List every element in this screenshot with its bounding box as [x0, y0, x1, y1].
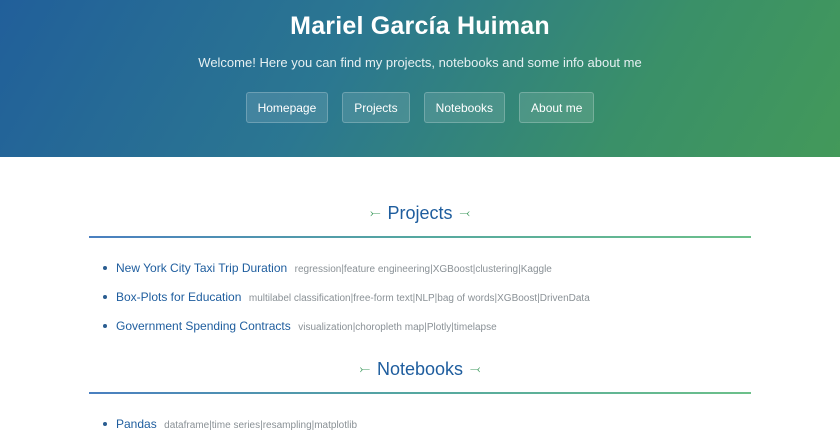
project-link[interactable]: New York City Taxi Trip Duration: [116, 261, 287, 275]
bullet-icon: [103, 422, 107, 426]
bullet-icon: [103, 266, 107, 270]
notebooks-heading: ⤚ Notebooks ⤙: [0, 357, 840, 382]
notebook-tags: dataframe|time series|resampling|matplot…: [164, 420, 358, 431]
project-tags: regression|feature engineering|XGBoost|c…: [294, 264, 552, 275]
bullet-icon: [103, 295, 107, 299]
site-header: Mariel García Huiman Welcome! Here you c…: [0, 0, 840, 157]
site-title: Mariel García Huiman: [290, 12, 550, 40]
section-divider: [89, 236, 751, 238]
project-tags: multilabel classification|free-form text…: [248, 293, 590, 304]
site-tagline: Welcome! Here you can find my projects, …: [198, 55, 642, 70]
arrow-ornament-icon: ⤚: [370, 205, 381, 221]
nav-notebooks-button[interactable]: Notebooks: [423, 92, 506, 123]
arrow-ornament-icon: ⤙: [459, 205, 470, 221]
project-item: Box-Plots for Education multilabel class…: [103, 288, 590, 317]
project-link[interactable]: Government Spending Contracts: [116, 319, 291, 333]
project-link[interactable]: Box-Plots for Education: [116, 290, 241, 304]
notebooks-heading-text: Notebooks: [376, 359, 464, 379]
section-divider: [89, 392, 751, 394]
notebook-link[interactable]: Pandas: [116, 417, 157, 431]
project-tags: visualization|choropleth map|Plotly|time…: [298, 322, 497, 333]
projects-list: New York City Taxi Trip Duration regress…: [103, 259, 590, 346]
nav-about-button[interactable]: About me: [519, 92, 595, 123]
main-nav: Homepage Projects Notebooks About me: [0, 92, 840, 123]
nav-homepage-button[interactable]: Homepage: [245, 92, 329, 123]
project-item: New York City Taxi Trip Duration regress…: [103, 259, 590, 288]
nav-projects-button[interactable]: Projects: [342, 92, 410, 123]
project-item: Government Spending Contracts visualizat…: [103, 317, 590, 346]
bullet-icon: [103, 324, 107, 328]
projects-heading: ⤚ Projects ⤙: [0, 201, 840, 226]
projects-heading-text: Projects: [387, 203, 453, 223]
arrow-ornament-icon: ⤙: [470, 361, 481, 377]
arrow-ornament-icon: ⤚: [359, 361, 370, 377]
